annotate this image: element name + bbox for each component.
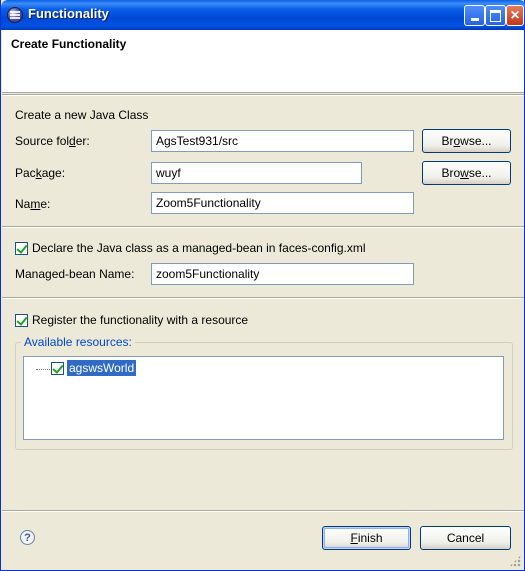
window-title: Functionality <box>28 6 109 21</box>
source-folder-label: Source folder: <box>15 134 90 148</box>
header-banner: Create Functionality <box>2 30 524 93</box>
package-input[interactable]: wuyf <box>151 162 362 184</box>
maximize-button[interactable] <box>485 5 506 26</box>
resources-tree[interactable]: agswsWorld <box>23 356 504 440</box>
minimize-button[interactable] <box>464 5 485 26</box>
eclipse-icon <box>7 7 23 23</box>
cancel-button[interactable]: Cancel <box>420 526 511 550</box>
section-separator-2 <box>2 297 524 299</box>
managed-bean-checkbox-label: Declare the Java class as a managed-bean… <box>32 241 366 255</box>
intro-label: Create a new Java Class <box>15 108 149 122</box>
finish-button[interactable]: Finish <box>322 526 411 550</box>
managed-bean-name-label: Managed-bean Name: <box>15 267 135 281</box>
package-label: Package: <box>15 166 66 180</box>
register-resource-checkbox[interactable] <box>15 314 28 327</box>
managed-bean-checkbox[interactable] <box>15 242 28 255</box>
close-button[interactable] <box>506 5 524 26</box>
browse-package-button[interactable]: Bro w se... <box>422 161 511 185</box>
resource-checkbox-agswsworld[interactable] <box>51 362 64 375</box>
browse-source-folder-button[interactable]: Br o wse... <box>422 129 511 153</box>
resize-grip-icon[interactable] <box>509 555 521 567</box>
header-separator <box>2 94 524 96</box>
section-separator-1 <box>2 226 524 228</box>
register-resource-checkbox-label: Register the functionality with a resour… <box>32 313 249 327</box>
help-icon[interactable]: ? <box>20 530 35 545</box>
title-bar[interactable]: Functionality <box>1 0 525 30</box>
managed-bean-name-input[interactable]: zoom5Functionality <box>151 263 414 285</box>
dialog-window: Functionality Create Functionality Creat… <box>0 0 525 571</box>
class-name-input[interactable]: Zoom5Functionality <box>151 192 414 214</box>
available-resources-title: Available resources: <box>21 335 135 349</box>
tree-item-agswsworld[interactable]: agswsWorld <box>67 360 137 376</box>
name-label: Name: <box>15 197 51 211</box>
page-title: Create Functionality <box>11 37 127 51</box>
source-folder-input[interactable]: AgsTest931/src <box>151 130 414 152</box>
footer-separator <box>2 510 524 512</box>
